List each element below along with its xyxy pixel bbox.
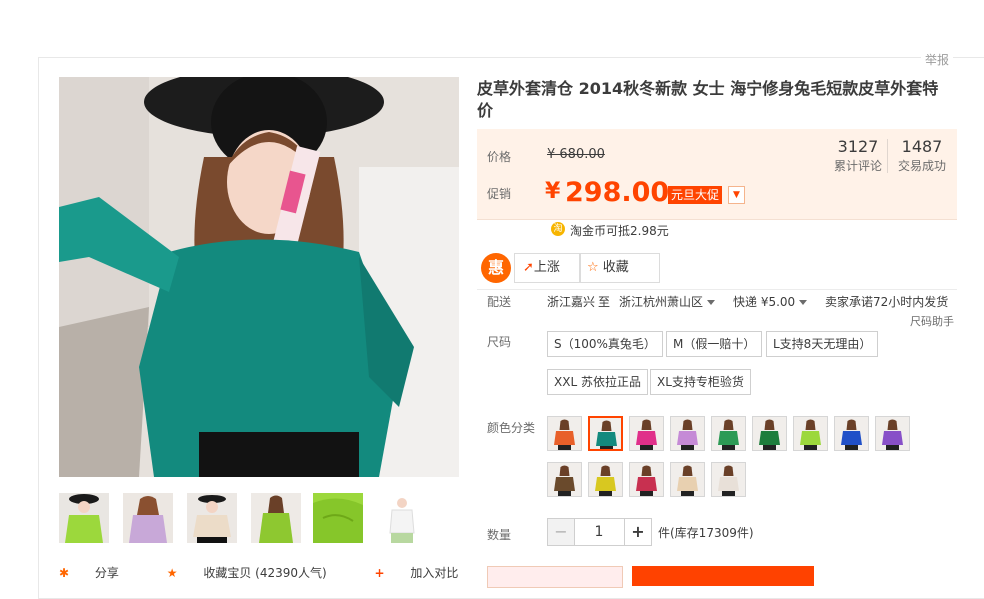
ship-to-word: 至 (598, 295, 611, 309)
report-link[interactable]: 举报 (921, 51, 954, 68)
color-swatch[interactable] (711, 462, 746, 497)
favorite-label: 收藏 (602, 260, 629, 275)
sales-label: 交易成功 (897, 159, 946, 173)
color-swatch[interactable] (629, 416, 664, 451)
quantity-increase-button[interactable]: + (624, 518, 652, 546)
coin-discount-text: 淘金币可抵2.98元 (570, 224, 669, 238)
collect-link[interactable]: ★ 收藏宝贝 (42390人气) (167, 566, 349, 580)
color-swatch[interactable] (547, 416, 582, 451)
promo-badge: 元旦大促 (668, 186, 723, 204)
color-label: 颜色分类 (487, 421, 536, 435)
ship-from: 浙江嘉兴 (547, 295, 596, 309)
caret-down-icon (707, 300, 716, 305)
discount-hui-button[interactable]: 惠 (481, 253, 511, 283)
plus-icon: + (374, 566, 385, 580)
ship-promise: 卖家承诺72小时内发货 (825, 295, 949, 309)
swatch-model-image (589, 463, 622, 496)
star-outline-icon: ☆ (587, 260, 599, 275)
promo-dropdown-button[interactable]: ▼ (728, 186, 745, 204)
thumbnail-2[interactable] (123, 493, 173, 543)
share-icon: ✱ (59, 566, 70, 580)
swatch-model-image (876, 417, 909, 450)
swatch-model-image (753, 417, 786, 450)
price-label: 价格 (487, 150, 512, 164)
chevron-down-icon: ▼ (733, 190, 740, 200)
stock-count: 件(库存17309件) (658, 526, 754, 540)
swatch-model-image (671, 417, 704, 450)
swatch-model-image (671, 463, 704, 496)
color-swatch[interactable] (547, 462, 582, 497)
sales-count-stat[interactable]: 1487 交易成功 (893, 137, 951, 174)
size-option-xl[interactable]: XL支持专柜验货 (650, 369, 751, 395)
size-option-xxl[interactable]: XXL 苏依拉正品 (547, 369, 648, 395)
stat-divider (887, 139, 888, 173)
swatch-model-image (712, 463, 745, 496)
size-helper-link[interactable]: 尺码助手 (910, 313, 954, 329)
destination-select[interactable]: 浙江杭州萧山区 (619, 293, 716, 310)
model-photo (59, 77, 459, 477)
buy-now-button[interactable] (487, 566, 623, 588)
price-rise-button[interactable]: ➚上涨 (514, 253, 580, 283)
swatch-model-image (630, 417, 663, 450)
swatch-model-image (835, 417, 868, 450)
swatch-model-image (548, 463, 581, 496)
sales-count: 1487 (901, 137, 943, 156)
destination-value: 浙江杭州萧山区 (619, 295, 704, 309)
shipping-label: 配送 (487, 295, 512, 309)
swatch-model-image (548, 417, 581, 450)
thumbnail-6[interactable] (377, 493, 427, 543)
quantity-decrease-button[interactable]: − (547, 518, 575, 546)
thumbnail-4[interactable] (251, 493, 301, 543)
swatch-model-image (712, 417, 745, 450)
color-swatch[interactable] (834, 416, 869, 451)
main-product-image[interactable] (59, 77, 459, 477)
favorite-button[interactable]: ☆ 收藏 (580, 253, 660, 283)
quantity-label: 数量 (487, 528, 512, 542)
coin-discount-row: 淘 淘金币可抵2.98元 (477, 219, 957, 247)
star-icon: ★ (166, 566, 178, 580)
color-swatch[interactable] (875, 416, 910, 451)
currency-sign: ¥ (545, 179, 561, 204)
add-to-cart-button[interactable] (632, 566, 814, 586)
review-count: 3127 (837, 137, 879, 156)
express-value: 快递 ¥5.00 (733, 295, 796, 309)
product-title: 皮草外套清仓 2014秋冬新款 女士 海宁修身兔毛短款皮草外套特价 (477, 79, 939, 120)
share-link[interactable]: ✱ 分享 (59, 566, 141, 580)
size-label: 尺码 (487, 335, 512, 349)
thumbnail-1[interactable] (59, 493, 109, 543)
review-count-stat[interactable]: 3127 累计评论 (829, 137, 887, 174)
express-select[interactable]: 快递 ¥5.00 (733, 293, 808, 310)
trend-up-icon: ➚ (523, 260, 534, 275)
share-row: ✱ 分享 ★ 收藏宝贝 (42390人气) + 加入对比 (59, 564, 502, 581)
color-swatch[interactable] (629, 462, 664, 497)
caret-down-icon (799, 300, 808, 305)
thumbnail-3[interactable] (187, 493, 237, 543)
swatch-model-image (590, 418, 621, 449)
swatch-model-image (794, 417, 827, 450)
price-rise-label: 上涨 (533, 260, 560, 275)
compare-link[interactable]: + 加入对比 (375, 566, 481, 580)
swatch-model-image (630, 463, 663, 496)
color-swatch[interactable] (588, 462, 623, 497)
size-option-l[interactable]: L支持8天无理由） (766, 331, 879, 357)
color-swatch[interactable] (752, 416, 787, 451)
divider (477, 289, 957, 290)
promo-label: 促销 (487, 187, 512, 201)
thumbnail-strip (59, 493, 459, 545)
color-swatch[interactable] (670, 416, 705, 451)
price-box: 价格 ¥ 680.00 促销 ¥ 298.00 元旦大促 ▼ 3127 累计评论… (477, 129, 957, 247)
color-swatch[interactable] (711, 416, 746, 451)
promo-price: 298.00 (565, 177, 670, 208)
color-swatch[interactable] (670, 462, 705, 497)
size-option-m[interactable]: M（假一赔十） (666, 331, 763, 357)
taobao-coin-icon: 淘 (551, 222, 565, 236)
quantity-input[interactable]: 1 (574, 518, 624, 546)
thumbnail-5[interactable] (313, 493, 363, 543)
size-option-s[interactable]: S（100%真兔毛） (547, 331, 663, 357)
color-swatch[interactable] (793, 416, 828, 451)
original-price: ¥ 680.00 (547, 147, 605, 162)
color-swatch[interactable] (588, 416, 623, 451)
review-label: 累计评论 (833, 159, 882, 173)
